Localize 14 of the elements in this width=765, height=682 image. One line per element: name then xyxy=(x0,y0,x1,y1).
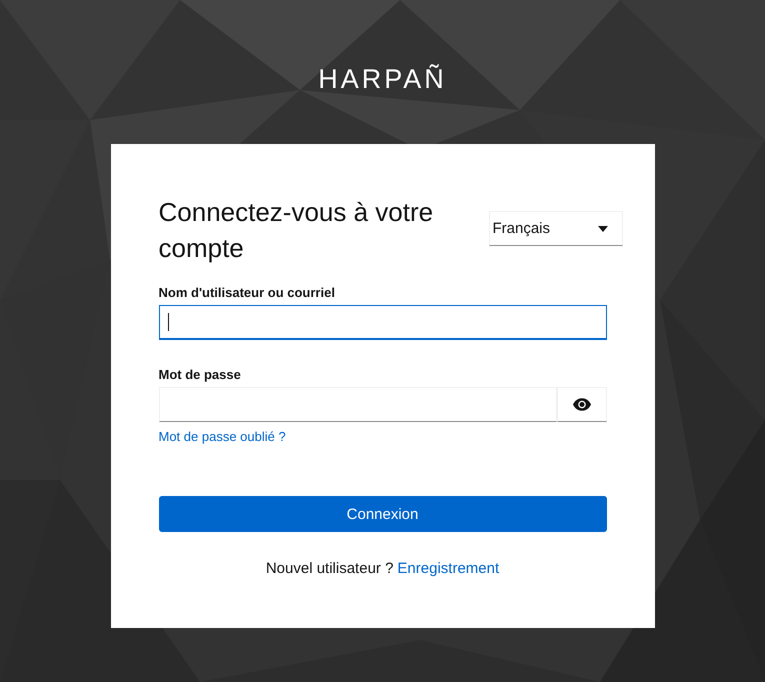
new-user-text: Nouvel utilisateur ? xyxy=(266,560,394,578)
language-select[interactable]: Français xyxy=(488,211,622,246)
login-button[interactable]: Connexion xyxy=(158,496,606,532)
show-password-button[interactable] xyxy=(556,387,606,422)
username-field[interactable] xyxy=(158,305,606,340)
register-link[interactable]: Enregistrement xyxy=(397,560,500,578)
brand-logo-text: HARPAÑ xyxy=(318,63,447,96)
field-label: Mot de passe xyxy=(158,367,242,383)
caret-icon xyxy=(598,226,608,232)
forgot-password-link[interactable]: Mot de passe oublié ? xyxy=(158,429,286,445)
password-field[interactable] xyxy=(158,387,556,422)
login-heading: Connectez-vous à votre compte xyxy=(158,196,434,265)
eye-icon xyxy=(572,398,590,411)
field-label: Nom d'utilisateur ou courriel xyxy=(158,285,336,301)
